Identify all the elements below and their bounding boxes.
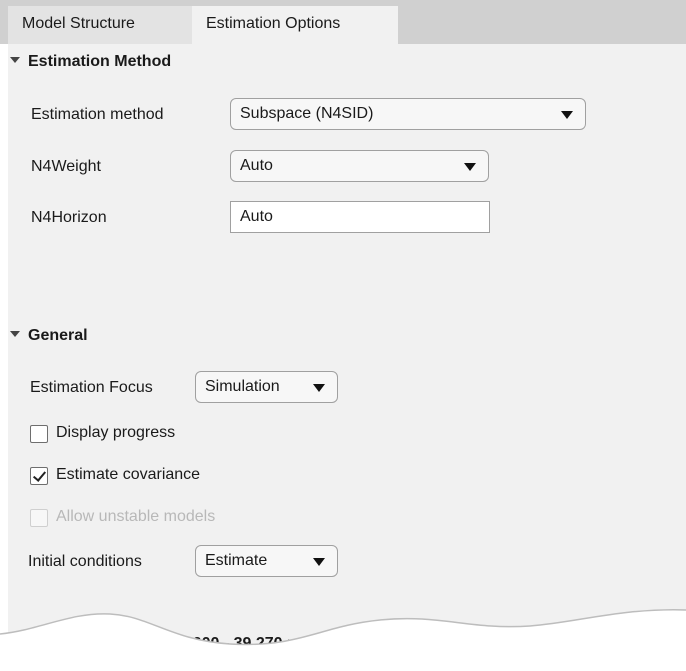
collapse-triangle-icon — [10, 57, 20, 64]
chevron-down-icon — [313, 558, 325, 566]
estimation-focus-value: Simulation — [205, 378, 280, 395]
general-title: General — [28, 327, 88, 344]
chevron-down-icon — [464, 163, 476, 171]
n4weight-dropdown[interactable]: Auto — [230, 150, 489, 182]
estimation-method-dropdown[interactable]: Subspace (N4SID) — [230, 98, 586, 130]
initial-conditions-dropdown[interactable]: Estimate — [195, 545, 338, 577]
display-progress-label: Display progress — [56, 424, 176, 441]
allow-unstable-label: Allow unstable models — [56, 508, 216, 525]
checkmark-icon — [32, 468, 47, 482]
estimation-options-panel: Estimation Method Estimation method Subs… — [8, 44, 686, 669]
initial-conditions-value: Estimate — [205, 552, 268, 569]
chevron-down-icon — [313, 384, 325, 392]
initial-conditions-label: Initial conditions — [28, 553, 142, 570]
checkbox-box[interactable] — [30, 425, 48, 443]
torn-edge-overlay — [0, 609, 686, 669]
estimation-method-title: Estimation Method — [28, 53, 172, 70]
chevron-down-icon — [561, 111, 573, 119]
n4weight-value: Auto — [240, 157, 273, 174]
n4horizon-input[interactable]: Auto — [230, 201, 490, 233]
estimation-method-label: Estimation method — [31, 106, 164, 123]
estimation-focus-label: Estimation Focus — [30, 379, 153, 396]
tab-estimation-options[interactable]: Estimation Options — [192, 6, 398, 44]
n4horizon-label: N4Horizon — [31, 209, 107, 226]
checkbox-box[interactable] — [30, 467, 48, 485]
checkbox-box — [30, 509, 48, 527]
estimation-method-header[interactable]: Estimation Method — [10, 53, 171, 71]
estimation-focus-dropdown[interactable]: Simulation — [195, 371, 338, 403]
general-header[interactable]: General — [10, 327, 88, 345]
tab-bar: Model Structure Estimation Options — [0, 0, 686, 44]
collapse-triangle-icon — [10, 331, 20, 338]
tab-model-structure[interactable]: Model Structure — [8, 6, 192, 44]
estimation-method-value: Subspace (N4SID) — [240, 105, 374, 122]
estimate-covariance-label: Estimate covariance — [56, 466, 201, 483]
n4weight-label: N4Weight — [31, 158, 101, 175]
